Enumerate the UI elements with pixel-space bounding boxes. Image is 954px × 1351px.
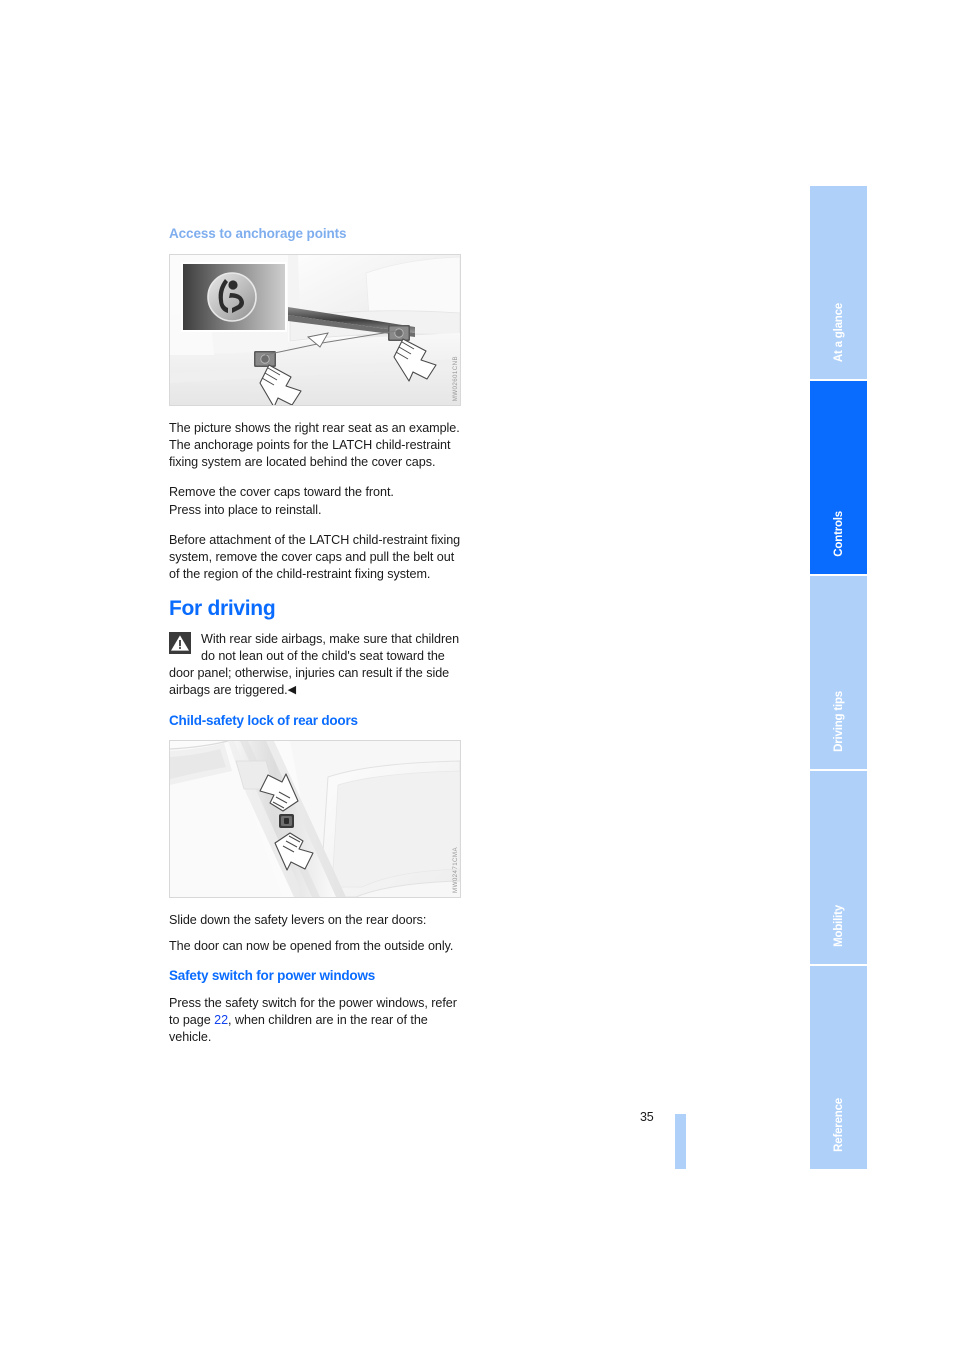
tab-at-a-glance[interactable]: At a glance: [810, 186, 867, 381]
warning-block: With rear side airbags, make sure that c…: [169, 631, 461, 699]
chapter-heading-for-driving: For driving: [169, 596, 276, 620]
paragraph-door-outside-only: The door can now be opened from the outs…: [169, 938, 454, 953]
tab-reference[interactable]: Reference: [810, 966, 867, 1169]
figure-anchorage-illustration: [170, 255, 460, 406]
manual-page: Access to anchorage points MW02601CNB Th…: [0, 0, 954, 1351]
warning-text: With rear side airbags, make sure that c…: [169, 632, 460, 698]
chapter-tab-strip: At a glance Controls Driving tips Mobili…: [810, 186, 867, 1169]
paragraph-press-reinstall: Press into place to reinstall.: [169, 502, 322, 517]
section-heading-safety-switch-power-windows: Safety switch for power windows: [169, 967, 376, 983]
tab-driving-tips-label: Driving tips: [832, 691, 845, 752]
paragraph-safety-switch: Press the safety switch for the power wi…: [169, 995, 461, 1046]
tab-controls[interactable]: Controls: [810, 381, 867, 576]
tab-mobility[interactable]: Mobility: [810, 771, 867, 966]
figure-child-safety-lock: MW02471CMA: [169, 739, 461, 898]
warning-triangle-icon: [169, 632, 191, 655]
figure-childlock-illustration: [170, 740, 460, 897]
tab-driving-tips[interactable]: Driving tips: [810, 576, 867, 771]
page-edge-marker: [675, 1114, 686, 1169]
page-reference-link[interactable]: 22: [214, 1013, 228, 1027]
tab-mobility-label: Mobility: [832, 905, 845, 947]
paragraph-before-attachment: Before attachment of the LATCH child-res…: [169, 532, 461, 581]
paragraph-slide-levers: Slide down the safety levers on the rear…: [169, 912, 427, 927]
warning-end-marker-icon: ◀: [287, 684, 297, 697]
figure-code-childlock: MW02471CMA: [452, 846, 459, 893]
section-heading-access-to-anchorage-points: Access to anchorage points: [169, 226, 347, 241]
figure-anchorage-points: MW02601CNB: [169, 254, 461, 407]
tab-controls-label: Controls: [832, 511, 845, 557]
paragraph-remove-caps: Remove the cover caps toward the front.: [169, 485, 394, 500]
figure-code-anchorage: MW02601CNB: [452, 355, 459, 402]
tab-at-a-glance-label: At a glance: [832, 302, 845, 362]
page-number: 35: [640, 1110, 654, 1124]
content-column: Access to anchorage points MW02601CNB Th…: [169, 226, 461, 1059]
section-heading-child-safety-lock: Child-safety lock of rear doors: [169, 712, 358, 728]
paragraph-anchorage-description: The picture shows the right rear seat as…: [169, 421, 460, 470]
safety-lever-switch: [279, 813, 294, 828]
tab-reference-label: Reference: [832, 1098, 845, 1152]
